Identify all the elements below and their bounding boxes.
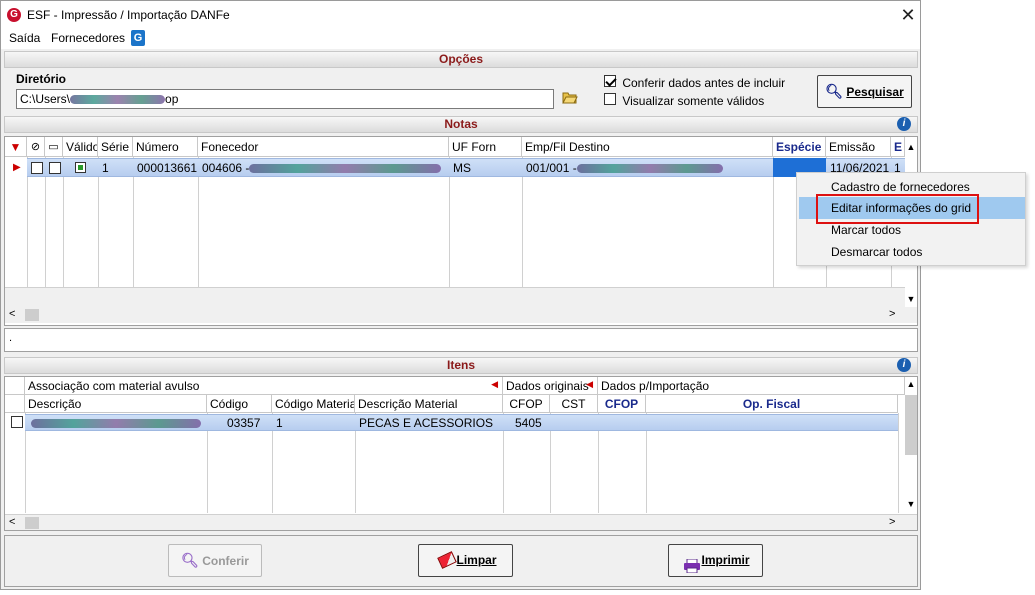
diretorio-suffix: op (165, 92, 179, 106)
col-descricao[interactable]: Descrição (25, 395, 207, 413)
col-descricao-material[interactable]: Descrição Material (355, 395, 503, 413)
row-pointer-icon: ▶ (13, 162, 21, 173)
col-codigo-material[interactable]: Código Material (272, 395, 355, 413)
collapse-arrow-icon[interactable]: ◀ (586, 379, 593, 390)
title-bar: G ESF - Impressão / Importação DANFe ✕ (1, 1, 920, 29)
itens-header: Itens (4, 357, 918, 374)
col-cfop-original[interactable]: CFOP (503, 395, 550, 413)
info-icon[interactable]: i (897, 358, 911, 372)
group-associacao: Associação com material avulso ◀ (25, 377, 503, 395)
sort-arrow-icon[interactable]: ▼ (5, 137, 27, 157)
limpar-button[interactable]: Limpar (418, 544, 513, 577)
scroll-thumb[interactable] (25, 309, 39, 321)
info-icon[interactable]: i (897, 117, 911, 131)
pesquisar-button[interactable]: 🔍︎ Pesquisar (817, 75, 912, 108)
group-dados-originais: Dados originais ◀ (503, 377, 598, 395)
cell-emp-fil: 001/001 - (526, 161, 577, 175)
scroll-left-icon[interactable]: < (9, 516, 15, 528)
window-title: ESF - Impressão / Importação DANFe (27, 8, 230, 22)
group-dados-importacao: Dados p/Importação (598, 377, 905, 395)
magnifier-icon: 🔍︎ (181, 552, 199, 568)
notas-header: Notas (4, 116, 918, 133)
collapse-arrow-icon[interactable]: ◀ (491, 379, 498, 390)
col-uf-forn[interactable]: UF Forn (449, 137, 522, 157)
row-checkbox-1[interactable] (31, 162, 43, 174)
scroll-up-icon[interactable]: ▲ (905, 379, 917, 389)
limpar-label: Limpar (456, 553, 497, 567)
scroll-thumb[interactable] (25, 517, 39, 529)
conferir-button[interactable]: 🔍︎ Conferir (168, 544, 262, 577)
scroll-right-icon[interactable]: > (889, 308, 895, 320)
main-window: G ESF - Impressão / Importação DANFe ✕ S… (0, 0, 921, 590)
validos-checkbox-row[interactable]: Visualizar somente válidos (604, 93, 764, 108)
itens-grid: Associação com material avulso ◀ Dados o… (4, 376, 918, 531)
highlight-box (816, 194, 979, 224)
menu-saida[interactable]: Saída (9, 31, 40, 45)
item-row-checkbox[interactable] (11, 416, 23, 428)
col-emp-fil[interactable]: Emp/Fil Destino (522, 137, 773, 157)
cell-serie: 1 (102, 161, 109, 175)
cell-fornecedor-code: 004606 - (202, 161, 250, 175)
vscroll-thumb[interactable] (905, 395, 917, 455)
conferir-label: Conferir (202, 554, 249, 568)
diretorio-input[interactable]: C:\Users\ op (16, 89, 554, 109)
printer-icon (683, 554, 701, 574)
cell-descricao-material: PECAS E ACESSORIOS (359, 416, 494, 430)
folder-open-icon[interactable] (562, 91, 578, 104)
col-codigo[interactable]: Código (207, 395, 272, 413)
col-op-fiscal[interactable]: Op. Fiscal (646, 395, 898, 413)
opcoes-header: Opções (4, 51, 918, 68)
cell-uf: MS (453, 161, 471, 175)
cell-codigo-material: 1 (276, 416, 283, 430)
menu-desmarcar-todos[interactable]: Desmarcar todos (799, 241, 1025, 263)
app-logo-icon: G (7, 8, 21, 22)
cell-numero: 000013661 (137, 161, 198, 175)
row-checkbox-2[interactable] (49, 162, 61, 174)
col-especie[interactable]: Espécie (773, 137, 826, 157)
validos-label: Visualizar somente válidos (622, 94, 765, 108)
redacted-descricao (31, 419, 201, 428)
notas-grid: ▼ ⊘ ▭ Válido Série Número Fonecedor UF F… (4, 136, 918, 326)
col-emissao[interactable]: Emissão (826, 137, 891, 157)
col-cst[interactable]: CST (550, 395, 598, 413)
itens-hscrollbar[interactable]: < > (5, 514, 917, 530)
menu-fornecedores[interactable]: Fornecedores (51, 31, 125, 45)
conferir-checkbox-row[interactable]: Conferir dados antes de incluir (604, 75, 785, 90)
valido-indicator (75, 162, 86, 173)
close-icon[interactable]: ✕ (897, 3, 919, 27)
col-numero[interactable]: Número (133, 137, 198, 157)
conferir-label: Conferir dados antes de incluir (622, 76, 786, 90)
col-fornecedor[interactable]: Fonecedor (198, 137, 449, 157)
col-valido[interactable]: Válido (63, 137, 98, 157)
scroll-right-icon[interactable]: > (889, 516, 895, 528)
pesquisar-label: Pesquisar (846, 85, 904, 99)
col-serie[interactable]: Série (98, 137, 133, 157)
diretorio-label: Diretório (16, 72, 67, 86)
redacted-path (70, 95, 166, 105)
menu-bar: Saída Fornecedores G (1, 29, 920, 49)
status-text: . (4, 328, 918, 352)
redacted-fornecedor (249, 164, 441, 173)
redacted-emp-fil (577, 164, 723, 173)
cell-cfop: 5405 (515, 416, 542, 430)
clip-icon[interactable]: ⊘ (27, 137, 45, 157)
col-e[interactable]: E (891, 137, 905, 157)
scroll-up-icon[interactable]: ▲ (905, 137, 917, 157)
search-icon: 🔍︎ (825, 83, 844, 99)
imprimir-button[interactable]: Imprimir (668, 544, 763, 577)
window-icon[interactable]: ▭ (45, 137, 63, 157)
imprimir-label: Imprimir (701, 553, 750, 567)
eraser-icon (437, 551, 457, 569)
scroll-down-icon[interactable]: ▼ (905, 499, 917, 509)
validos-checkbox[interactable] (604, 93, 616, 105)
scroll-left-icon[interactable]: < (9, 308, 15, 320)
conferir-checkbox[interactable] (604, 75, 616, 87)
esf-menu-icon[interactable]: G (131, 30, 145, 46)
cell-codigo: 03357 (227, 416, 261, 430)
notas-hscrollbar[interactable]: < > (5, 307, 917, 323)
scroll-down-icon[interactable]: ▼ (905, 294, 917, 304)
col-cfop-importacao[interactable]: CFOP (598, 395, 646, 413)
diretorio-prefix: C:\Users\ (20, 92, 71, 106)
